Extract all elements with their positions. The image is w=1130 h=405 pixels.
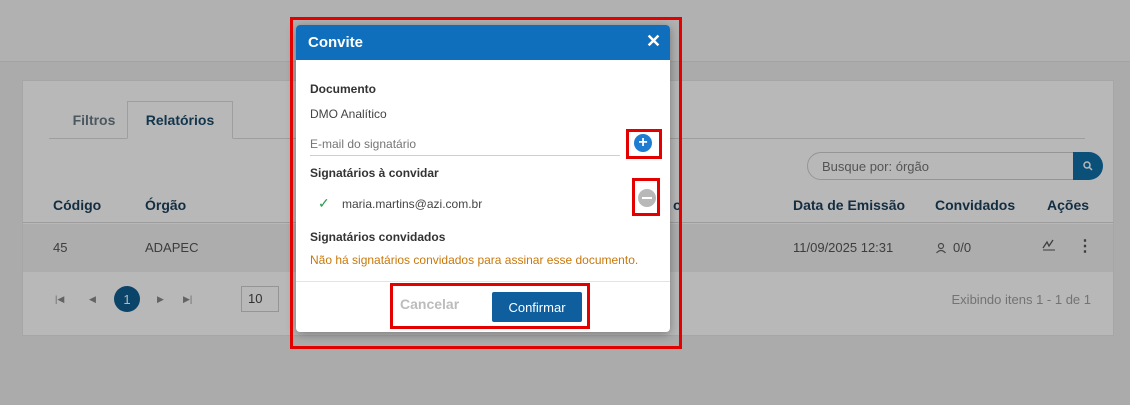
highlight-footer-buttons [390, 283, 590, 329]
highlight-remove-button [632, 178, 660, 216]
highlight-add-button [626, 129, 662, 159]
